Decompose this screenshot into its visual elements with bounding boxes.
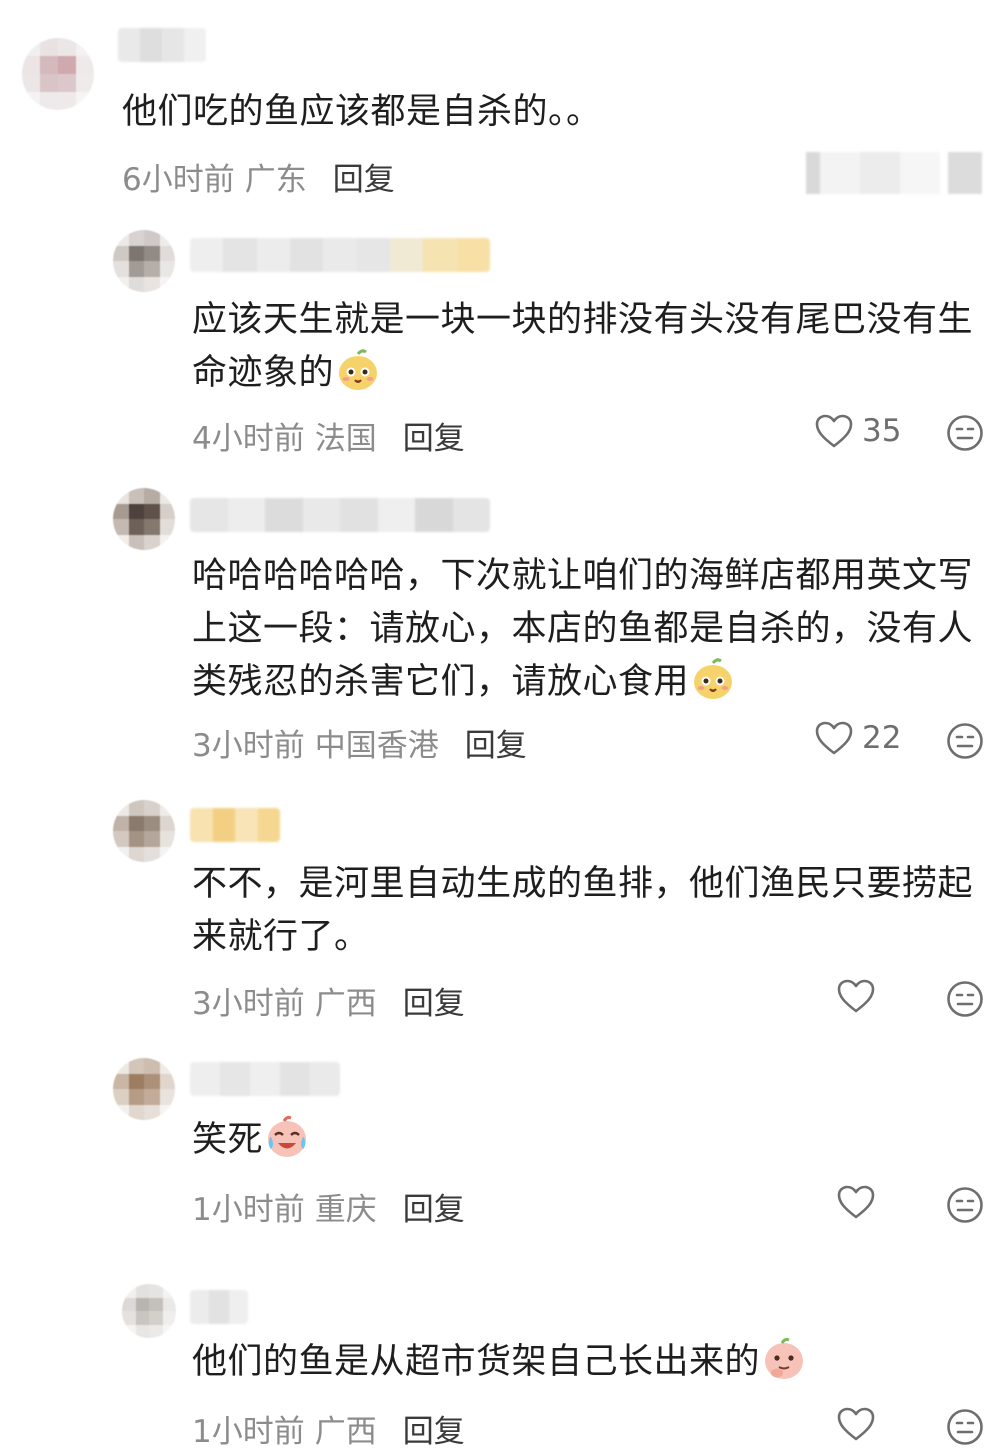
comment-location: 广西 bbox=[314, 1414, 377, 1450]
neutral-face-icon[interactable] bbox=[946, 980, 984, 1018]
comment-location: 中国香港 bbox=[314, 728, 439, 764]
avatar[interactable] bbox=[113, 230, 175, 292]
thinking-face-emoji bbox=[765, 1337, 804, 1379]
reply-button[interactable]: 回复 bbox=[403, 413, 465, 458]
comment-location: 广西 bbox=[314, 986, 377, 1022]
comment-time: 3小时前 bbox=[192, 728, 305, 764]
comment-text: 不不，是河里自动生成的鱼排，他们渔民只要捞起来就行了。 bbox=[192, 864, 974, 957]
comment-text: 他们吃的鱼应该都是自杀的。。 bbox=[122, 92, 602, 132]
dislike-area-obscured[interactable] bbox=[948, 152, 982, 194]
comment-meta: 4小时前 法国 回复 bbox=[192, 413, 465, 458]
heart-outline-icon bbox=[837, 1407, 875, 1441]
like-button[interactable] bbox=[836, 978, 884, 1014]
avatar[interactable] bbox=[113, 488, 175, 550]
comment-3: 哈哈哈哈哈哈，下次就让咱们的海鲜店都用英文写上这一段：请放心，本店的鱼都是自杀的… bbox=[0, 482, 1000, 790]
username-blurred[interactable] bbox=[190, 1062, 340, 1096]
comment-6: 他们的鱼是从超市货架自己长出来的 1小时前 广西 回复 bbox=[0, 1270, 1000, 1452]
avatar[interactable] bbox=[113, 800, 175, 862]
comment-1: 他们吃的鱼应该都是自杀的。。 6小时前 广东 回复 bbox=[0, 0, 1000, 210]
smiling-face-emoji bbox=[694, 658, 733, 699]
like-button[interactable]: 35 bbox=[814, 413, 901, 449]
like-button[interactable] bbox=[836, 1406, 884, 1442]
reply-button[interactable]: 回复 bbox=[465, 720, 527, 765]
heart-outline-icon bbox=[815, 721, 853, 755]
heart-outline-icon bbox=[837, 1185, 875, 1219]
reply-button[interactable]: 回复 bbox=[403, 1184, 465, 1229]
comment-meta: 3小时前 中国香港 回复 bbox=[192, 720, 527, 765]
like-button[interactable]: 22 bbox=[814, 720, 901, 756]
comment-4: 不不，是河里自动生成的鱼排，他们渔民只要捞起来就行了。 3小时前 广西 回复 bbox=[0, 790, 1000, 1040]
reply-button[interactable]: 回复 bbox=[333, 154, 395, 199]
avatar[interactable] bbox=[113, 1058, 175, 1120]
reply-button[interactable]: 回复 bbox=[403, 1406, 465, 1451]
comment-text: 笑死 bbox=[192, 1114, 982, 1167]
username-blurred[interactable] bbox=[190, 238, 490, 272]
comment-5: 笑死 1小时前 重庆 回复 bbox=[0, 1040, 1000, 1270]
comment-meta: 1小时前 广西 回复 bbox=[192, 1406, 465, 1451]
neutral-face-icon[interactable] bbox=[946, 1408, 984, 1446]
username-blurred[interactable] bbox=[190, 498, 490, 532]
smiling-face-emoji bbox=[339, 349, 378, 390]
username-blurred[interactable] bbox=[118, 28, 206, 62]
comment-time: 1小时前 bbox=[192, 1414, 305, 1450]
comment-time: 1小时前 bbox=[192, 1192, 305, 1228]
neutral-face-icon[interactable] bbox=[946, 414, 984, 452]
comment-location: 重庆 bbox=[314, 1192, 377, 1228]
comment-time: 4小时前 bbox=[192, 421, 305, 457]
like-count: 35 bbox=[862, 413, 902, 449]
comment-time: 3小时前 bbox=[192, 986, 305, 1022]
username-blurred[interactable] bbox=[190, 808, 280, 842]
comment-location: 广东 bbox=[244, 162, 307, 198]
username-blurred[interactable] bbox=[190, 1290, 248, 1324]
comment-2: 应该天生就是一块一块的排没有头没有尾巴没有生命迹象的 4小时前 法国 回复 35 bbox=[0, 210, 1000, 482]
reply-button[interactable]: 回复 bbox=[403, 978, 465, 1023]
crying-laughing-emoji bbox=[268, 1115, 307, 1157]
comment-meta: 3小时前 广西 回复 bbox=[192, 978, 465, 1023]
comment-meta: 1小时前 重庆 回复 bbox=[192, 1184, 465, 1229]
neutral-face-icon[interactable] bbox=[946, 1186, 984, 1224]
heart-outline-icon bbox=[837, 979, 875, 1013]
heart-outline-icon bbox=[815, 414, 853, 448]
avatar[interactable] bbox=[22, 38, 94, 110]
comment-location: 法国 bbox=[314, 421, 377, 457]
like-count: 22 bbox=[862, 720, 902, 756]
avatar[interactable] bbox=[122, 1284, 176, 1338]
comment-text: 他们的鱼是从超市货架自己长出来的 bbox=[192, 1336, 982, 1389]
like-area-obscured[interactable] bbox=[806, 152, 940, 194]
comment-text: 哈哈哈哈哈哈，下次就让咱们的海鲜店都用英文写上这一段：请放心，本店的鱼都是自杀的… bbox=[192, 556, 974, 702]
comment-text: 应该天生就是一块一块的排没有头没有尾巴没有生命迹象的 bbox=[192, 300, 974, 393]
comment-meta: 6小时前 广东 回复 bbox=[122, 154, 395, 199]
neutral-face-icon[interactable] bbox=[946, 722, 984, 760]
comment-time: 6小时前 bbox=[122, 162, 235, 198]
like-button[interactable] bbox=[836, 1184, 884, 1220]
